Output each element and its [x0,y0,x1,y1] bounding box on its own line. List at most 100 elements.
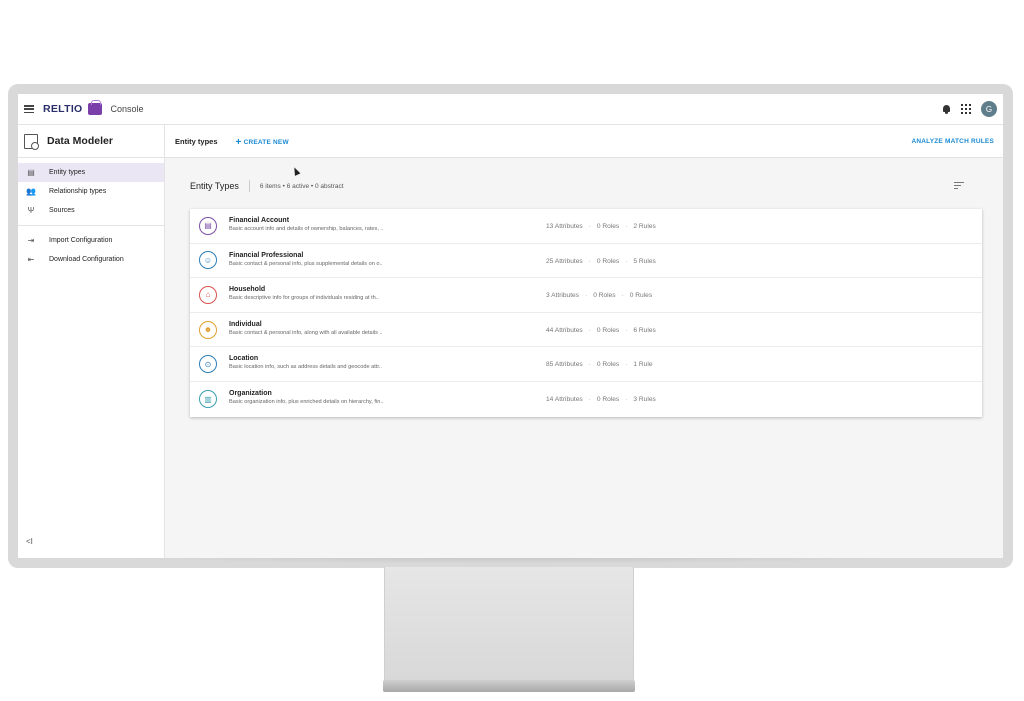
main-header: Entity types + CREATE NEW ANALYZE MATCH R… [165,125,1003,158]
rules-count: 5 Rules [633,257,656,265]
sidebar-item-label: Relationship types [49,188,107,195]
sidebar-item-label: Import Configuration [49,237,113,244]
rules-count: 6 Rules [633,326,656,334]
rules-count: 0 Rules [629,292,653,300]
roles-count: 0 Roles [596,326,620,334]
divider [248,180,250,192]
top-bar: RELTIO Console G [18,94,1003,125]
entity-stats: 3 Attributes · 0 Roles · 0 Rules [546,292,653,300]
section-meta: 6 items • 6 active • 0 abstract [259,182,344,190]
collapse-sidebar-icon[interactable]: <I [26,537,33,546]
individual-icon: ☻ [199,320,217,339]
sidebar-item-label: Entity types [49,169,86,176]
section-title: Entity Types [190,181,239,191]
attributes-count: 85 Attributes [546,361,583,369]
sidebar-item-relationship-types[interactable]: 👥 Relationship types [18,182,164,201]
organization-icon: ▥ [199,390,217,409]
entity-description: Basic account info and details of owners… [229,226,384,232]
sidebar-item-entity-types[interactable]: ▤ Entity types [18,163,164,182]
attributes-count: 25 Attributes [546,257,583,265]
download-icon: ⇤ [27,255,35,264]
entity-stats: 13 Attributes · 0 Roles · 2 Rules [546,223,656,230]
entity-description: Basic location info, such as address det… [229,364,382,371]
list-item[interactable]: ⌂ Household Basic descriptive info for g… [190,278,982,313]
list-item[interactable]: ▥ Organization Basic organization info, … [190,382,982,417]
attributes-count: 3 Attributes [546,292,579,300]
avatar[interactable]: G [981,101,997,117]
row-text: Household Basic descriptive info for gro… [229,286,379,301]
professional-icon: ☺ [199,251,217,270]
entity-name: Financial Account [229,217,290,224]
roles-count: 0 Roles [596,395,620,403]
household-icon: ⌂ [199,285,217,304]
plus-icon: + [235,136,242,148]
list-item[interactable]: ⊙ Location Basic location info, such as … [190,347,982,382]
entity-name: Financial Professional [229,251,304,259]
location-icon: ⊙ [199,355,217,374]
analyze-match-rules-button[interactable]: ANALYZE MATCH RULES [911,138,994,145]
entity-name: Location [229,355,259,363]
bell-icon[interactable] [942,104,951,114]
rules-count: 3 Rules [633,395,656,403]
sources-icon: Ψ [27,206,35,215]
row-text: Financial Account Basic account info and… [229,217,384,232]
entity-description: Basic contact & personal info, plus supp… [229,260,383,267]
people-icon: 👥 [26,187,36,196]
apps-grid-icon[interactable] [961,104,971,114]
list-item[interactable]: ▤ Financial Account Basic account info a… [190,209,982,244]
data-modeler-icon [24,133,39,150]
rules-count: 1 Rule [633,361,653,369]
attributes-count: 14 Attributes [546,395,583,403]
entity-stats: 25 Attributes · 0 Roles · 5 Rules [546,257,656,265]
monitor-stand-base [383,680,635,692]
attributes-count: 44 Attributes [546,326,583,334]
rules-count: 2 Rules [633,223,656,230]
row-text: Location Basic location info, such as ad… [229,355,382,370]
row-text: Organization Basic organization info, pl… [229,390,383,405]
sidebar: Data Modeler ▤ Entity types 👥 Relationsh… [18,125,165,558]
sidebar-item-label: Sources [49,207,75,214]
entity-stats: 44 Attributes · 0 Roles · 6 Rules [546,326,656,334]
sidebar-item-import-configuration[interactable]: ⇥ Import Configuration [18,231,164,250]
filter-icon[interactable] [954,182,964,190]
top-right-actions: G [942,101,997,117]
entity-icon: ▤ [27,168,35,177]
sidebar-nav: ▤ Entity types 👥 Relationship types Ψ So… [18,158,164,226]
list-item[interactable]: ☺ Financial Professional Basic contact &… [190,244,982,279]
roles-count: 0 Roles [593,292,616,300]
entity-stats: 14 Attributes · 0 Roles · 3 Rules [546,395,656,403]
monitor-stand [384,567,634,682]
entity-name: Household [229,286,266,294]
brand-logo[interactable]: RELTIO [43,103,83,115]
entity-name: Individual [229,320,262,328]
entity-list: ▤ Financial Account Basic account info a… [190,209,982,417]
roles-count: 0 Roles [596,361,620,369]
app-name: Console [110,104,144,114]
create-new-label: CREATE NEW [243,138,289,146]
create-new-button[interactable]: + CREATE NEW [235,136,289,148]
screen: RELTIO Console G Data Modeler ▤ Entity t… [18,94,1003,558]
sidebar-item-sources[interactable]: Ψ Sources [18,201,164,220]
account-icon: ▤ [199,216,217,235]
sidebar-item-label: Download Configuration [49,256,124,263]
sidebar-item-download-configuration[interactable]: ⇤ Download Configuration [18,250,164,269]
row-text: Individual Basic contact & personal info… [229,321,383,336]
brand-icon [87,100,102,115]
list-item[interactable]: ☻ Individual Basic contact & personal in… [190,313,982,348]
sidebar-title: Data Modeler [47,135,113,147]
row-text: Financial Professional Basic contact & p… [229,252,383,267]
page-title: Entity types [175,136,218,146]
attributes-count: 13 Attributes [546,223,583,230]
section-header: Entity Types 6 items • 6 active • 0 abst… [190,180,344,192]
entity-description: Basic organization info, plus enriched d… [229,398,384,405]
roles-count: 0 Roles [596,223,620,230]
import-icon: ⇥ [27,236,35,245]
sidebar-header: Data Modeler [18,125,164,158]
entity-name: Organization [229,389,272,397]
hamburger-menu-icon[interactable] [24,105,34,113]
entity-stats: 85 Attributes · 0 Roles · 1 Rule [546,361,653,369]
roles-count: 0 Roles [596,257,620,265]
entity-description: Basic descriptive info for groups of ind… [229,295,379,302]
entity-description: Basic contact & personal info, along wit… [229,329,383,336]
sidebar-config: ⇥ Import Configuration ⇤ Download Config… [18,226,164,274]
